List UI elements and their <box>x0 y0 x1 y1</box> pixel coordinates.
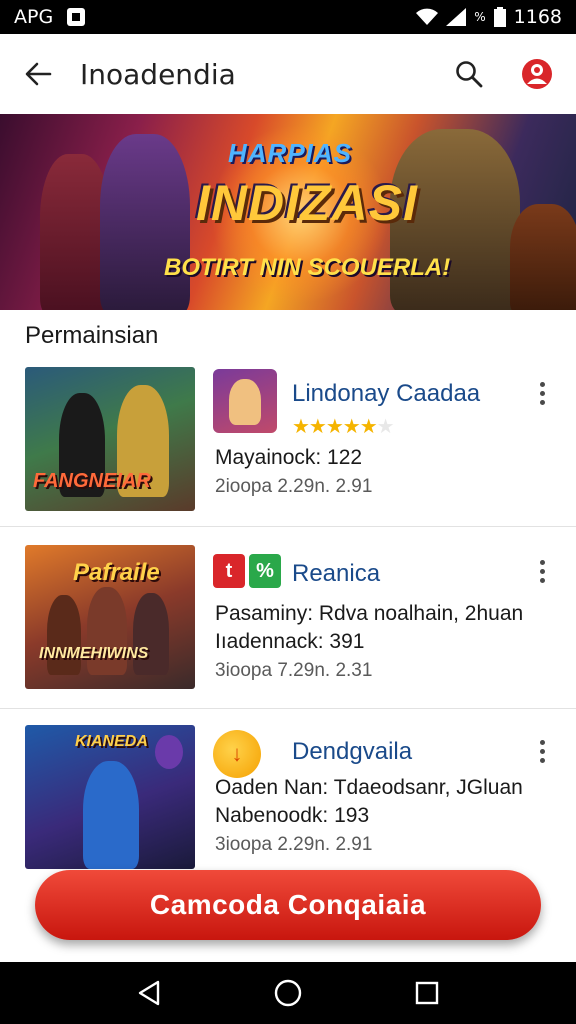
nav-recents-button[interactable] <box>407 973 447 1013</box>
game-name[interactable]: Reanica <box>292 560 380 588</box>
game-thumbnail[interactable]: Pafraile INNMEHIWINS <box>25 545 195 689</box>
game-meta-sub: 2ioopa 2.29n. 2.91 <box>215 476 373 497</box>
game-name[interactable]: Lindonay Caadaa <box>292 380 480 408</box>
thumbnail-orb <box>155 735 183 769</box>
star-empty-icon: ★ <box>376 416 395 438</box>
game-meta-sub: 3ioopa 7.29n. 2.31 <box>215 660 373 681</box>
tile-icon: t <box>213 554 245 588</box>
network-label: % <box>474 10 486 24</box>
thumbnail-figure <box>83 761 139 869</box>
list-divider <box>0 526 576 527</box>
star-icon: ★★★★★ <box>292 416 378 438</box>
signal-icon <box>446 8 467 26</box>
thumbnail-title: Pafraile <box>73 559 160 586</box>
list-divider <box>0 708 576 709</box>
thumbnail-subtitle: INNMEHIWINS <box>39 645 149 662</box>
promo-banner[interactable]: HARPIAS INDIZASI BOTIRT NIN SCOUERLA! <box>0 114 576 310</box>
page-title: Inoadendia <box>80 57 236 91</box>
app-bar: Inoadendia <box>0 34 576 114</box>
banner-title-top: HARPIAS <box>228 138 353 168</box>
game-meta: Oaden Nan: Tdaeodsanr, JGluan <box>215 776 523 799</box>
banner-creature <box>510 204 576 310</box>
game-meta: Iıadennack: 391 <box>215 630 365 653</box>
primary-action-button[interactable]: Camcoda Conqaiaia <box>35 870 541 940</box>
arrow-back-icon <box>25 62 52 86</box>
game-thumbnail[interactable]: KIANEDA <box>25 725 195 869</box>
more-options-button[interactable] <box>528 734 556 768</box>
search-button[interactable] <box>452 57 486 91</box>
list-item[interactable]: KIANEDA ↓ Dendgvaila Oaden Nan: Tdaeodsa… <box>0 716 576 888</box>
game-app-icon: t % <box>213 554 283 590</box>
game-meta: Nabenoodk: 193 <box>215 804 370 827</box>
status-time: 1168 <box>513 6 562 28</box>
status-bar: APG % 1168 <box>0 0 576 34</box>
more-options-button[interactable] <box>528 554 556 588</box>
list-item[interactable]: FANGNEIAR Lindonay Caadaa ★★★★★★ Mayaino… <box>0 358 576 530</box>
nav-home-button[interactable] <box>268 973 308 1013</box>
profile-button[interactable] <box>520 57 554 91</box>
battery-icon <box>493 7 506 27</box>
thumbnail-title: KIANEDA <box>75 733 148 750</box>
tile-icon: % <box>249 554 281 588</box>
search-icon <box>456 61 483 88</box>
nav-back-button[interactable] <box>129 973 169 1013</box>
banner-tagline: BOTIRT NIN SCOUERLA! <box>164 254 451 281</box>
nav-recents-icon <box>415 981 438 1005</box>
thumbnail-title: FANGNEIAR <box>33 470 151 492</box>
banner-hero-mage <box>100 134 190 310</box>
wifi-icon <box>416 8 439 25</box>
banner-title: INDIZASI <box>196 175 418 231</box>
game-meta: Mayainock: 122 <box>215 446 363 469</box>
game-meta: Pasaminy: Rdva noalhain, 2huan <box>215 602 524 625</box>
notification-app-icon <box>67 8 86 26</box>
carrier-label: APG <box>14 6 54 28</box>
avatar-icon <box>522 59 552 89</box>
back-button[interactable] <box>22 58 54 90</box>
thumbnail-figure <box>47 595 81 675</box>
system-nav-bar <box>0 962 576 1024</box>
game-name[interactable]: Dendgvaila <box>292 738 412 766</box>
section-title: Permainsian <box>25 322 159 349</box>
rating-stars: ★★★★★★ <box>292 414 395 439</box>
game-meta-sub: 3ioopa 2.29n. 2.91 <box>215 834 373 855</box>
list-item[interactable]: Pafraile INNMEHIWINS t % Reanica Pasamin… <box>0 536 576 708</box>
game-app-icon <box>213 369 277 433</box>
download-app-icon: ↓ <box>213 730 261 778</box>
nav-home-icon <box>274 979 302 1007</box>
more-options-button[interactable] <box>528 376 556 410</box>
nav-back-icon <box>139 980 160 1006</box>
game-thumbnail[interactable]: FANGNEIAR <box>25 367 195 511</box>
